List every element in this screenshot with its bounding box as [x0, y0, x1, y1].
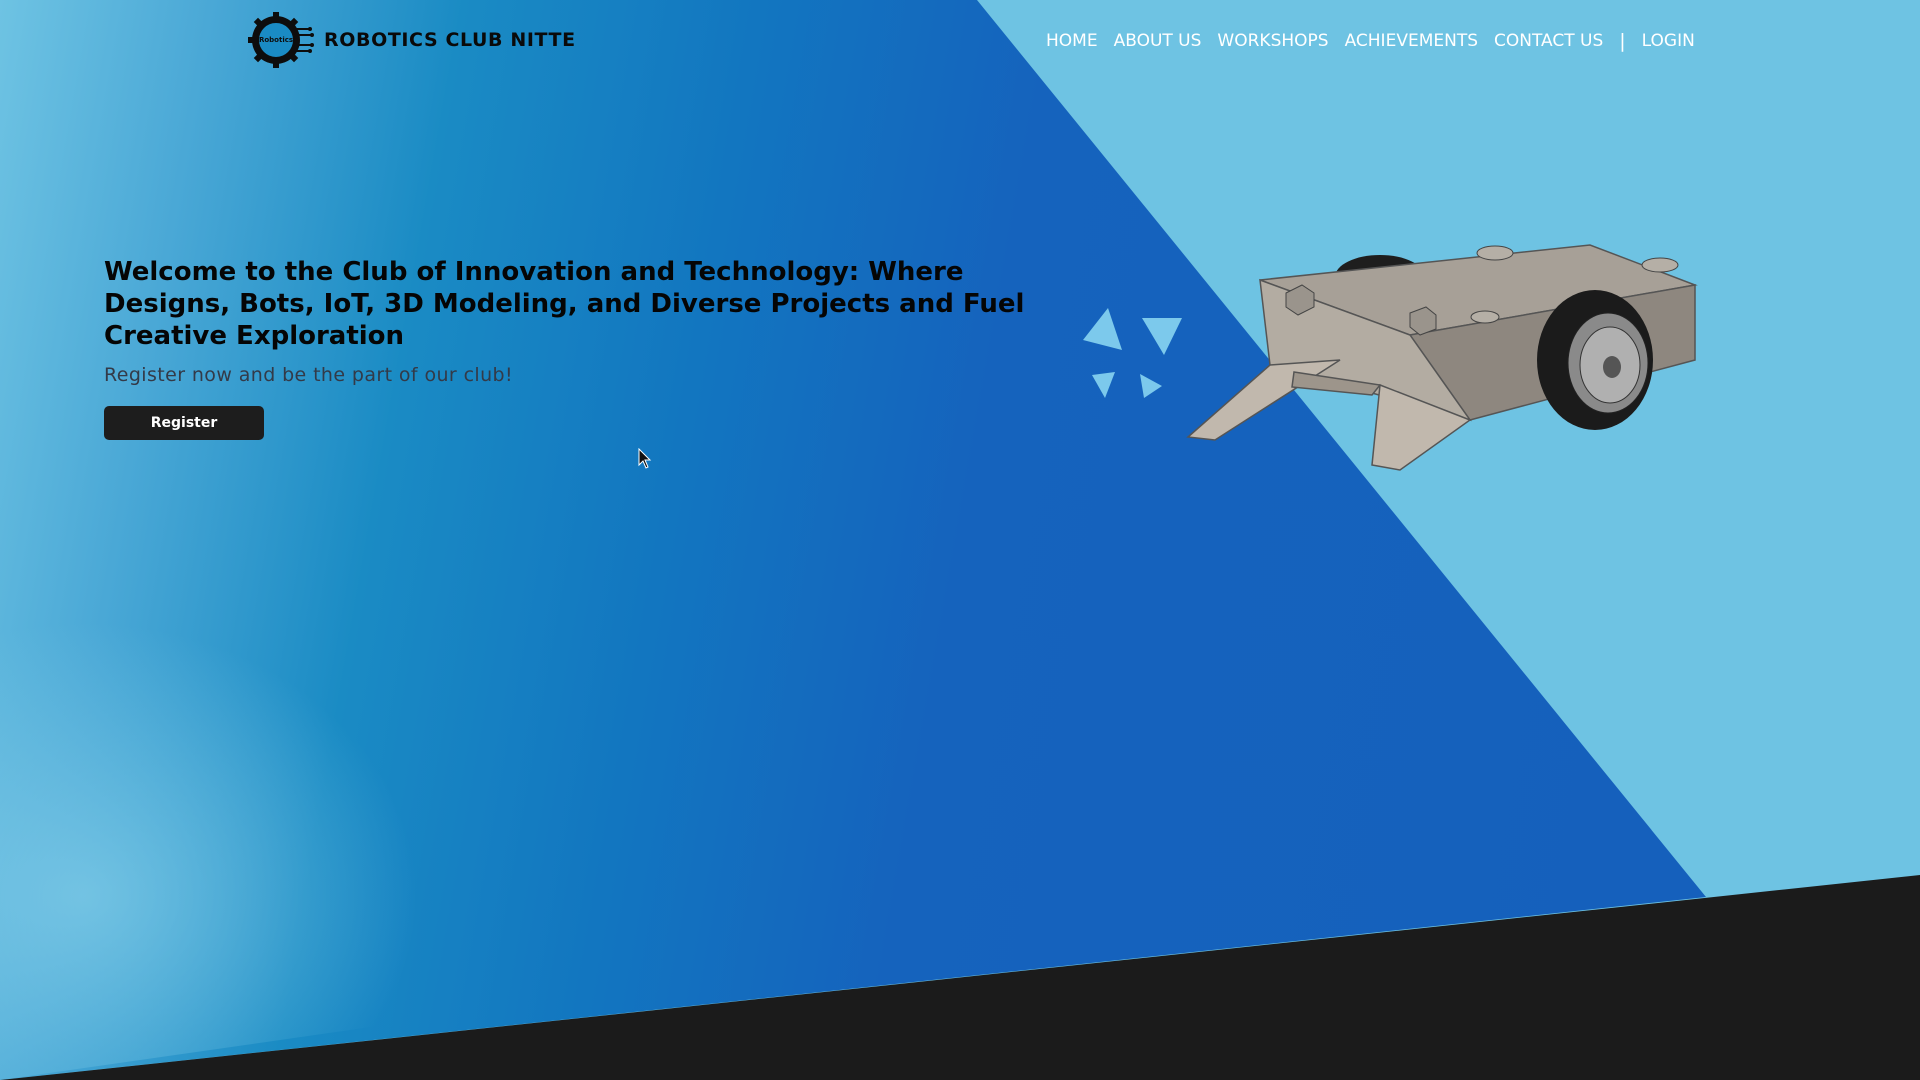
nav-login[interactable]: LOGIN [1642, 31, 1695, 51]
mouse-pointer-icon [638, 448, 652, 469]
robot-chassis-3d-model [1186, 244, 1698, 471]
nav-workshops[interactable]: WORKSHOPS [1217, 31, 1328, 51]
brand[interactable]: Robotics ROBOTICS CLUB NITTE [246, 12, 576, 68]
hero-subtitle: Register now and be the part of our club… [104, 364, 514, 386]
nav-home[interactable]: HOME [1046, 31, 1098, 51]
nav-about-us[interactable]: ABOUT US [1114, 31, 1202, 51]
hero-title: Welcome to the Club of Innovation and Te… [104, 257, 1025, 351]
nav-separator: | [1619, 30, 1626, 52]
brand-name: ROBOTICS CLUB NITTE [324, 29, 576, 51]
hero-section: Welcome to the Club of Innovation and Te… [104, 256, 1064, 440]
nav-contact-us[interactable]: CONTACT US [1494, 31, 1603, 51]
gear-logo-icon: Robotics [248, 12, 314, 68]
logo-text: Robotics [259, 36, 293, 44]
background-glow [0, 620, 420, 1080]
register-button[interactable]: Register [104, 406, 264, 440]
nav-achievements[interactable]: ACHIEVEMENTS [1345, 31, 1478, 51]
site-header: Robotics ROBOTICS CLUB NITTE HOME ABOUT … [0, 0, 1920, 88]
main-nav: HOME ABOUT US WORKSHOPS ACHIEVEMENTS CON… [1046, 30, 1920, 52]
